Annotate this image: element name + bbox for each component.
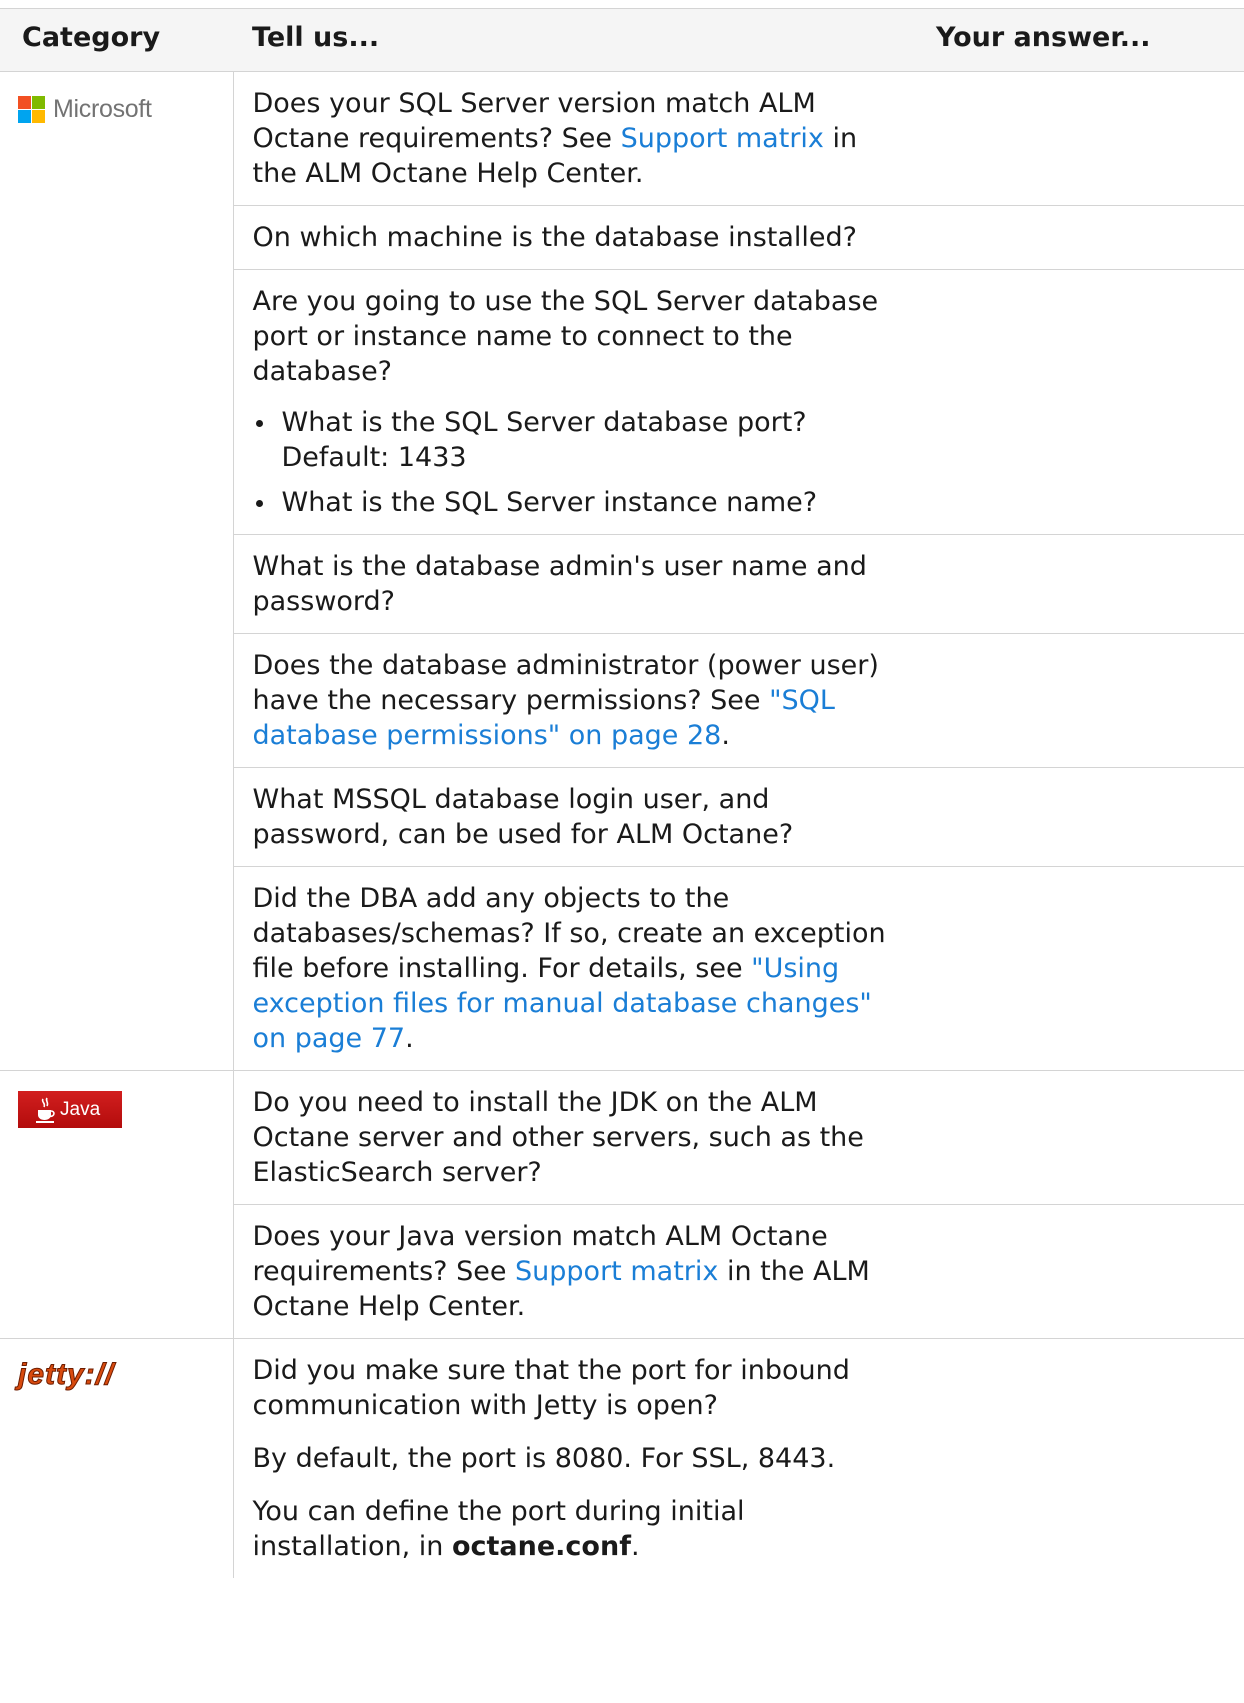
header-your-answer: Your answer...: [936, 22, 1151, 53]
answer-cell[interactable]: [917, 633, 1244, 768]
category-cell-microsoft: Microsoft: [0, 71, 234, 1071]
answer-cell[interactable]: [917, 534, 1244, 634]
answer-cell[interactable]: [917, 71, 1244, 206]
question-cell: Did you make sure that the port for inbo…: [252, 1355, 850, 1562]
table-header-row: Category Tell us... Your answer...: [0, 8, 1244, 72]
microsoft-logo-text: Microsoft: [53, 94, 152, 123]
prerequisites-checklist-table: Category Tell us... Your answer... Micro…: [0, 8, 1244, 1578]
microsoft-logo: Microsoft: [18, 94, 233, 124]
header-category: Category: [22, 22, 161, 53]
question-cell: Does your Java version match ALM Octane …: [233, 1204, 917, 1339]
question-cell: Do you need to install the JDK on the AL…: [233, 1070, 917, 1205]
config-file-name: octane.conf: [451, 1531, 631, 1562]
answer-cell[interactable]: [917, 269, 1244, 535]
question-cell: What is the database admin's user name a…: [233, 534, 917, 634]
microsoft-windows-icon: [18, 95, 45, 123]
document-page: Category Tell us... Your answer... Micro…: [0, 0, 1244, 1703]
answer-cell[interactable]: [917, 1339, 1244, 1579]
header-tell-us: Tell us...: [252, 22, 380, 53]
answer-cell[interactable]: [917, 866, 1244, 1071]
question-cell: Are you going to use the SQL Server data…: [233, 269, 917, 535]
java-logo-text: Java: [60, 1099, 101, 1120]
java-logo: Java: [18, 1091, 122, 1128]
answer-cell[interactable]: [917, 205, 1244, 270]
answer-cell[interactable]: [917, 1070, 1244, 1205]
answer-cell[interactable]: [917, 1204, 1244, 1339]
table-row: Java Do you need to install the JDK on t…: [0, 1070, 1244, 1339]
support-matrix-link[interactable]: Support matrix: [515, 1256, 718, 1287]
category-cell-java: Java: [0, 1070, 234, 1339]
category-cell-jetty: jetty://: [0, 1338, 234, 1578]
question-cell: Does your SQL Server version match ALM O…: [233, 71, 917, 206]
question-cell: Did the DBA add any objects to the datab…: [233, 866, 917, 1071]
table-row: Microsoft Does your SQL Server version m…: [0, 71, 1244, 1071]
bullet-list: What is the SQL Server database port? De…: [253, 405, 898, 520]
table-row: jetty:// Did you make sure that the port…: [0, 1338, 1244, 1579]
list-item: What is the SQL Server instance name?: [253, 485, 898, 520]
question-cell: What MSSQL database login user, and pass…: [233, 767, 917, 867]
answer-cell[interactable]: [917, 767, 1244, 867]
coffee-cup-icon: [36, 1097, 55, 1123]
jetty-logo: jetty://: [18, 1358, 115, 1392]
question-cell: On which machine is the database install…: [233, 205, 917, 270]
support-matrix-link[interactable]: Support matrix: [621, 123, 824, 154]
list-item: What is the SQL Server database port? De…: [253, 405, 898, 475]
question-cell: Does the database administrator (power u…: [233, 633, 917, 768]
